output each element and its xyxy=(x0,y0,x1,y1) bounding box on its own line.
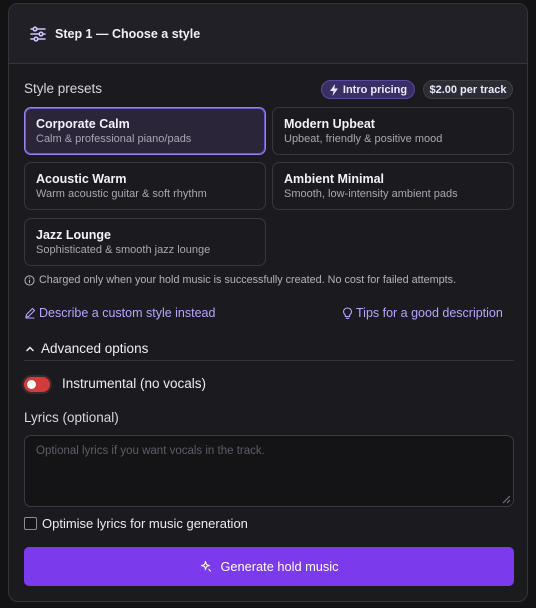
preset-desc: Smooth, low-intensity ambient pads xyxy=(284,188,458,200)
generate-hold-music-button[interactable]: Generate hold music xyxy=(24,547,514,586)
preset-desc: Warm acoustic guitar & soft rhythm xyxy=(36,188,207,200)
step-title: Step 1 — Choose a style xyxy=(55,26,201,41)
tips-link[interactable]: Tips for a good description xyxy=(342,306,503,320)
instrumental-toggle[interactable] xyxy=(24,377,50,392)
price-badge: $2.00 per track xyxy=(423,80,513,99)
price-text: $2.00 per track xyxy=(429,83,507,96)
preset-name: Corporate Calm xyxy=(36,117,130,131)
preset-jazz-lounge[interactable]: Jazz Lounge Sophisticated & smooth jazz … xyxy=(24,218,266,266)
chevron-up-icon xyxy=(26,345,34,351)
intro-pricing-badge: Intro pricing xyxy=(321,80,415,99)
billing-note: Charged only when your hold music is suc… xyxy=(24,274,456,286)
preset-desc: Sophisticated & smooth jazz lounge xyxy=(36,244,211,256)
advanced-divider xyxy=(24,360,514,361)
lightbulb-icon xyxy=(342,306,353,319)
lyrics-textarea[interactable]: Optional lyrics if you want vocals in th… xyxy=(24,435,514,507)
sparkle-bell-icon xyxy=(201,560,212,572)
optimise-lyrics-label: Optimise lyrics for music generation xyxy=(42,516,248,531)
preset-desc: Calm & professional piano/pads xyxy=(36,133,192,145)
advanced-options-toggle[interactable]: Advanced options xyxy=(24,341,148,356)
info-icon xyxy=(24,274,35,286)
lyrics-placeholder: Optional lyrics if you want vocals in th… xyxy=(36,445,265,457)
sliders-icon xyxy=(29,25,47,43)
preset-modern-upbeat[interactable]: Modern Upbeat Upbeat, friendly & positiv… xyxy=(272,107,514,155)
preset-desc: Upbeat, friendly & positive mood xyxy=(284,133,443,145)
instrumental-label: Instrumental (no vocals) xyxy=(62,376,207,391)
intro-pricing-text: Intro pricing xyxy=(342,83,408,96)
preset-acoustic-warm[interactable]: Acoustic Warm Warm acoustic guitar & sof… xyxy=(24,162,266,210)
generate-label: Generate hold music xyxy=(220,559,339,574)
advanced-options-label: Advanced options xyxy=(41,341,149,356)
resize-handle-icon[interactable] xyxy=(502,495,511,504)
bolt-icon xyxy=(329,83,338,96)
billing-note-text: Charged only when your hold music is suc… xyxy=(39,274,457,286)
style-presets-label: Style presets xyxy=(24,81,103,96)
custom-style-text: Describe a custom style instead xyxy=(39,306,216,320)
preset-name: Modern Upbeat xyxy=(284,117,375,131)
style-card: Step 1 — Choose a style Style presets In… xyxy=(8,3,528,602)
preset-name: Acoustic Warm xyxy=(36,172,127,186)
card-header: Step 1 — Choose a style xyxy=(9,4,527,64)
lyrics-label: Lyrics (optional) xyxy=(24,410,119,425)
pencil-icon xyxy=(25,307,36,319)
toggle-knob xyxy=(27,380,36,389)
custom-style-link[interactable]: Describe a custom style instead xyxy=(24,306,215,320)
preset-ambient-minimal[interactable]: Ambient Minimal Smooth, low-intensity am… xyxy=(272,162,514,210)
preset-name: Ambient Minimal xyxy=(284,172,385,186)
preset-corporate-calm[interactable]: Corporate Calm Calm & professional piano… xyxy=(24,107,266,155)
tips-text: Tips for a good description xyxy=(356,306,503,320)
preset-name: Jazz Lounge xyxy=(36,228,112,242)
optimise-lyrics-checkbox[interactable] xyxy=(24,517,37,530)
